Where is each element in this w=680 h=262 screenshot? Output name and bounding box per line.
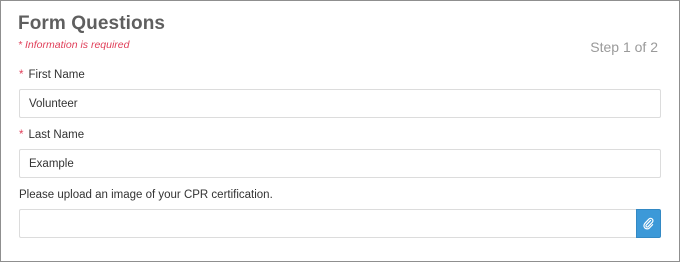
form-title: Form Questions [18,13,166,34]
last-name-label: * Last Name [19,129,84,141]
last-name-input[interactable] [19,149,661,178]
required-asterisk: * [19,69,24,81]
paperclip-icon [643,217,654,230]
last-name-label-text: Last Name [28,129,85,141]
step-indicator: Step 1 of 2 [590,39,658,55]
first-name-input[interactable] [19,89,661,118]
attach-file-button[interactable] [636,209,661,238]
required-note: * Information is required [18,39,130,51]
upload-row [19,209,661,238]
first-name-label: * First Name [19,69,85,81]
first-name-label-text: First Name [28,69,85,81]
upload-file-field[interactable] [19,209,636,238]
upload-label: Please upload an image of your CPR certi… [19,189,273,201]
form-panel: Form Questions * Information is required… [0,0,680,262]
required-asterisk: * [19,129,24,141]
